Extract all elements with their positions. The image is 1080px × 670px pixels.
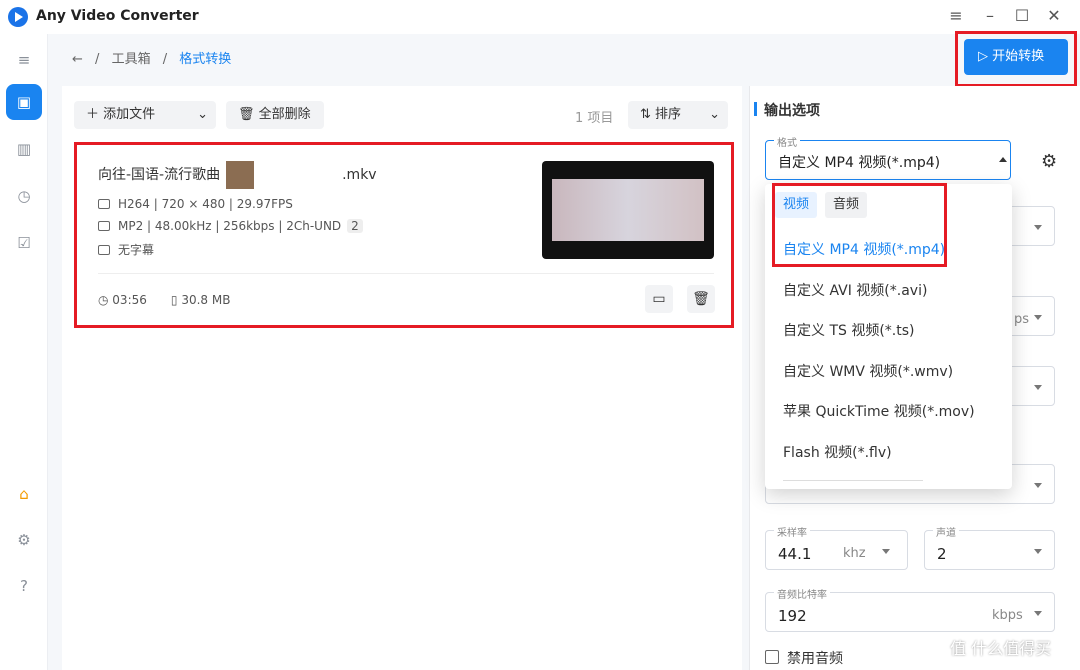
format-label: 格式 bbox=[774, 134, 800, 149]
audio-bitrate-label: 音频比特率 bbox=[774, 586, 830, 601]
shop-cart-icon[interactable]: ⌂ bbox=[12, 482, 36, 506]
history-icon[interactable]: ◷ bbox=[12, 184, 36, 208]
item-count: 1 项目 bbox=[575, 111, 614, 126]
delete-all-button[interactable]: 🗑 全部删除 bbox=[226, 101, 324, 129]
settings-gear-icon[interactable]: ⚙ bbox=[12, 528, 36, 552]
format-select[interactable]: 格式 自定义 MP4 视频(*.mp4) bbox=[765, 134, 1011, 180]
menu-icon[interactable]: ≡ bbox=[946, 6, 966, 26]
disable-audio-label: 禁用音频 bbox=[787, 651, 843, 667]
sample-rate-label: 采样率 bbox=[774, 524, 810, 539]
close-icon[interactable]: ✕ bbox=[1044, 6, 1064, 26]
start-button-highlight bbox=[955, 31, 1077, 87]
disable-audio-checkbox[interactable] bbox=[765, 650, 779, 664]
add-files-dropdown-chevron-icon[interactable]: ⌄ bbox=[197, 101, 208, 129]
minimize-icon[interactable]: – bbox=[980, 6, 1000, 26]
watermark: 值 什么值得买 bbox=[950, 639, 1052, 658]
format-option-flv[interactable]: Flash 视频(*.flv) bbox=[783, 442, 892, 462]
field-chevron-icon bbox=[1034, 315, 1042, 320]
sort-label: 排序 bbox=[655, 107, 682, 122]
add-files-button[interactable]: ＋ 添加文件 ⌄ bbox=[74, 101, 216, 129]
channels-select[interactable]: 声道 2 bbox=[924, 524, 1055, 570]
format-value: 自定义 MP4 视频(*.mp4) bbox=[778, 155, 941, 171]
dropdown-highlight bbox=[772, 183, 947, 267]
format-option-wmv[interactable]: 自定义 WMV 视频(*.wmv) bbox=[783, 361, 953, 381]
app-title: Any Video Converter bbox=[36, 8, 199, 24]
sample-rate-chevron-icon bbox=[882, 549, 890, 554]
plus-icon: ＋ bbox=[86, 107, 104, 122]
tasks-icon[interactable]: ☑ bbox=[12, 231, 36, 255]
library-icon[interactable]: ▥ bbox=[12, 137, 36, 161]
maximize-icon[interactable]: ☐ bbox=[1012, 6, 1032, 26]
sort-icon: ⇅ bbox=[640, 107, 656, 122]
trash-icon: 🗑 bbox=[238, 107, 259, 122]
sort-chevron-icon: ⌄ bbox=[709, 107, 720, 122]
breadcrumb-toolbox[interactable]: 工具箱 bbox=[112, 52, 151, 67]
partially-hidden-option bbox=[783, 480, 923, 489]
file-list-area: ＋ 添加文件 ⌄ 🗑 全部删除 1 项目 ⇅ 排序 ⌄ 向往-国语-流行歌曲 .m… bbox=[62, 86, 742, 670]
sample-rate-select[interactable]: 采样率 44.1 khz bbox=[765, 524, 908, 570]
channels-chevron-icon bbox=[1034, 549, 1042, 554]
add-files-label: 添加文件 bbox=[103, 107, 156, 122]
format-option-ts[interactable]: 自定义 TS 视频(*.ts) bbox=[783, 320, 915, 340]
audio-bitrate-select[interactable]: 音频比特率 192 kbps bbox=[765, 586, 1055, 632]
sidebar-menu-icon[interactable]: ≡ bbox=[12, 48, 36, 72]
file-card-highlight bbox=[74, 142, 734, 328]
app-logo-icon bbox=[8, 7, 28, 27]
breadcrumb-separator: / bbox=[162, 52, 168, 67]
audio-bitrate-chevron-icon bbox=[1034, 611, 1042, 616]
sample-rate-value: 44.1 bbox=[778, 545, 812, 563]
sort-button[interactable]: ⇅ 排序 ⌄ bbox=[628, 101, 728, 129]
channels-value: 2 bbox=[937, 545, 947, 563]
sample-rate-unit: khz bbox=[843, 546, 866, 561]
title-bar: Any Video Converter ≡ – ☐ ✕ bbox=[0, 0, 1080, 34]
field-chevron-icon bbox=[1034, 385, 1042, 390]
format-chevron-up-icon bbox=[999, 157, 1007, 162]
breadcrumb-current: 格式转换 bbox=[179, 52, 232, 67]
breadcrumb-separator: / bbox=[95, 52, 100, 67]
sidebar: ≡ ▣ ▥ ◷ ☑ ⌂ ⚙ ? bbox=[0, 34, 48, 670]
delete-all-label: 全部删除 bbox=[258, 107, 311, 122]
channels-label: 声道 bbox=[933, 524, 959, 539]
output-options-title: 输出选项 bbox=[754, 100, 820, 120]
breadcrumb: ← / 工具箱 / 格式转换 bbox=[72, 48, 239, 67]
field-chevron-icon bbox=[1034, 483, 1042, 488]
hidden-unit: ps bbox=[1014, 312, 1030, 327]
format-option-mov[interactable]: 苹果 QuickTime 视频(*.mov) bbox=[783, 401, 975, 421]
format-option-avi[interactable]: 自定义 AVI 视频(*.avi) bbox=[783, 280, 927, 300]
help-icon[interactable]: ? bbox=[12, 574, 36, 598]
audio-bitrate-unit: kbps bbox=[992, 608, 1023, 623]
field-chevron-icon bbox=[1034, 225, 1042, 230]
settings-gear-icon[interactable]: ⚙ bbox=[1041, 151, 1057, 172]
toolbox-icon[interactable]: ▣ bbox=[6, 84, 42, 120]
back-arrow-icon[interactable]: ← bbox=[72, 52, 83, 67]
audio-bitrate-value: 192 bbox=[778, 607, 807, 625]
